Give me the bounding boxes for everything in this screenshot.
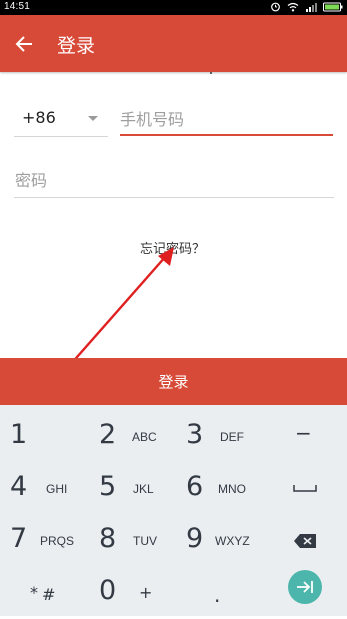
key-letters: ABC <box>132 430 157 444</box>
country-code-value[interactable]: +86 <box>22 108 56 127</box>
key-star-hash[interactable]: * # <box>0 567 87 619</box>
forgot-password-link[interactable]: 忘记密码？ <box>140 238 205 257</box>
key-letters: PRQS <box>40 534 75 548</box>
key-digit: 7 <box>10 523 28 554</box>
password-input[interactable] <box>15 165 333 195</box>
password-input-underline <box>14 197 334 198</box>
status-time: 14:51 <box>4 1 31 12</box>
key-0[interactable]: 0 + <box>87 567 174 619</box>
signal-icon <box>306 2 317 12</box>
key-backspace[interactable] <box>261 515 347 567</box>
country-code-underline <box>14 136 108 137</box>
status-bar: 14:51 <box>0 0 347 15</box>
key-digit: 2 <box>99 419 117 450</box>
key-letters: TUV <box>133 534 157 548</box>
wifi-icon <box>287 2 299 11</box>
key-digit: 8 <box>99 523 117 554</box>
key-letters: WXYZ <box>215 534 250 548</box>
key-digit: 4 <box>10 471 28 502</box>
login-button-label: 登录 <box>158 373 189 391</box>
key-letters: MNO <box>218 482 246 496</box>
space-icon <box>293 485 317 492</box>
decor-dot <box>210 72 212 74</box>
key-enter[interactable] <box>261 567 347 619</box>
key-digit: 0 <box>99 575 117 606</box>
key-9[interactable]: 9 WXYZ <box>174 515 261 567</box>
alarm-icon <box>271 2 280 12</box>
back-arrow-icon[interactable] <box>14 34 34 54</box>
key-4[interactable]: 4 GHI <box>0 463 87 515</box>
key-letters: DEF <box>220 430 244 444</box>
key-letters: JKL <box>133 482 154 496</box>
login-button[interactable]: 登录 <box>0 358 347 405</box>
key-5[interactable]: 5 JKL <box>87 463 174 515</box>
key-digit: 3 <box>186 419 204 450</box>
key-digit: 9 <box>186 523 204 554</box>
phone-input-underline <box>120 134 333 136</box>
app-bar: 登录 <box>0 15 347 72</box>
battery-icon <box>323 2 343 11</box>
backspace-icon <box>294 534 316 548</box>
key-digit: 1 <box>10 419 28 450</box>
dot-symbol: . <box>214 583 221 607</box>
chevron-down-icon[interactable] <box>88 116 98 121</box>
key-8[interactable]: 8 TUV <box>87 515 174 567</box>
key-7[interactable]: 7 PRQS <box>0 515 87 567</box>
key-6[interactable]: 6 MNO <box>174 463 261 515</box>
key-space[interactable] <box>261 463 347 515</box>
minus-symbol: − <box>295 421 312 445</box>
key-letters: GHI <box>46 482 68 496</box>
status-icons <box>270 1 343 12</box>
key-dot[interactable]: . <box>174 567 261 619</box>
key-digit: 6 <box>186 471 204 502</box>
page-title: 登录 <box>57 35 96 57</box>
plus-symbol: + <box>139 583 153 602</box>
key-3[interactable]: 3 DEF <box>174 411 261 463</box>
enter-icon <box>297 581 313 593</box>
phone-input[interactable] <box>120 104 333 134</box>
key-minus[interactable]: − <box>261 411 347 463</box>
key-1[interactable]: 1 <box>0 411 87 463</box>
enter-button[interactable] <box>288 570 322 604</box>
key-digit: 5 <box>99 471 117 502</box>
hash-symbol: # <box>42 585 56 604</box>
star-symbol: * <box>30 583 38 602</box>
key-2[interactable]: 2 ABC <box>87 411 174 463</box>
numeric-keyboard: 1 2 ABC 3 DEF − 4 GHI 5 JKL 6 MNO 7 PRQS… <box>0 405 347 616</box>
